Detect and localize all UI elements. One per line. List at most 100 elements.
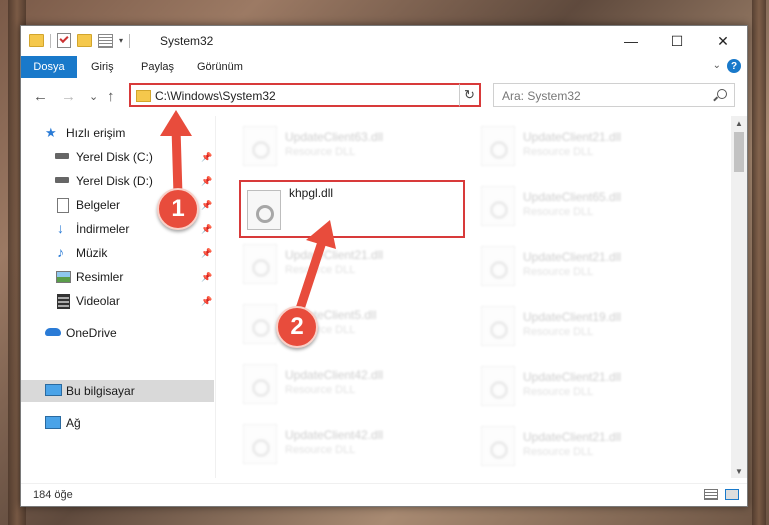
file-type: Resource DLL [285,264,356,276]
dll-file-icon [481,246,515,286]
drive-icon [55,153,69,159]
dll-file-icon [243,424,277,464]
dll-file-icon [481,306,515,346]
step-1-badge: 1 [157,188,199,230]
sidebar-item-label: OneDrive [66,326,117,340]
file-name: UpdateClient63.dll [285,130,384,144]
file-item[interactable]: UpdateClient5.dll Resource DLL [237,300,457,350]
up-button[interactable]: ↑ [107,88,115,105]
separator [129,33,131,48]
maximize-button[interactable]: ☐ [654,26,700,56]
file-item[interactable]: UpdateClient42.dll Resource DLL [237,360,457,410]
tab-view[interactable]: Görünüm [197,56,243,78]
folder-icon [136,90,151,102]
sidebar-item-drive-c[interactable]: Yerel Disk (C:) 📌 [21,146,214,168]
search-icon[interactable] [717,89,727,99]
file-item[interactable]: UpdateClient63.dll Resource DLL [237,122,457,172]
file-item[interactable]: UpdateClient65.dll Resource DLL [475,182,695,232]
document-icon [57,198,69,213]
file-item[interactable]: UpdateClient21.dll Resource DLL [475,362,695,412]
file-type: Resource DLL [523,146,594,158]
sidebar-item-onedrive[interactable]: OneDrive [21,322,214,344]
pin-icon[interactable]: 📌 [201,248,212,259]
scroll-thumb[interactable] [734,132,744,172]
sidebar-item-videos[interactable]: Videolar 📌 [21,290,214,312]
tab-file[interactable]: Dosya [21,56,77,78]
pin-icon[interactable]: 📌 [201,152,212,163]
ribbon-tabs: Dosya Giriş Paylaş Görünüm ⌄ ? [21,56,747,79]
file-name: UpdateClient19.dll [523,310,622,324]
back-button[interactable]: ← [33,88,48,105]
file-name: UpdateClient21.dll [523,250,622,264]
sidebar-item-label: Belgeler [76,198,121,212]
pin-icon[interactable]: 📌 [201,296,212,307]
expand-ribbon-icon[interactable]: ⌄ [713,60,721,71]
address-bar[interactable]: C:\Windows\System32 ⌄ [129,83,479,107]
dll-file-icon [481,186,515,226]
new-folder-icon[interactable] [77,34,92,47]
dll-file-icon [243,304,277,344]
file-name: khpgl.dll [289,186,334,200]
pin-icon[interactable]: 📌 [201,272,212,283]
pin-icon[interactable]: 📌 [201,200,212,211]
file-type: Resource DLL [285,384,356,396]
scroll-down-icon[interactable]: ▼ [731,464,747,478]
download-icon: ↓ [57,220,64,236]
search-input[interactable] [500,88,704,104]
file-item[interactable]: UpdateClient42.dll Resource DLL [237,420,457,470]
title-bar: ▾ System32 — ☐ ✕ [21,26,747,56]
properties-check-icon[interactable] [57,33,71,48]
window-title: System32 [160,34,214,48]
step-2-badge: 2 [276,306,318,348]
forward-button[interactable]: → [61,88,76,105]
details-view-icon[interactable] [704,489,718,500]
file-item[interactable]: UpdateClient19.dll Resource DLL [475,302,695,352]
tab-share[interactable]: Paylaş [141,56,174,78]
quick-access-toolbar: ▾ [29,33,131,48]
file-name: UpdateClient42.dll [285,428,384,442]
customize-toolbar-icon[interactable]: ▾ [119,36,123,45]
large-icons-view-icon[interactable] [725,489,739,500]
properties-icon[interactable] [98,33,113,48]
separator [50,33,51,48]
dll-file-icon [247,190,281,230]
sidebar-item-label: Yerel Disk (D:) [76,174,153,188]
refresh-button[interactable]: ↻ [459,83,481,107]
minimize-button[interactable]: — [608,26,654,56]
cloud-icon [45,328,61,336]
sidebar-item-label: Resimler [76,270,124,284]
sidebar-item-label: Müzik [76,246,108,260]
sidebar-item-quick-access[interactable]: ★ Hızlı erişim [21,122,214,144]
file-item[interactable]: UpdateClient21.dll Resource DLL [475,422,695,472]
pin-icon[interactable]: 📌 [201,176,212,187]
sidebar-item-music[interactable]: ♪ Müzik 📌 [21,242,214,264]
close-button[interactable]: ✕ [700,26,746,56]
scroll-up-icon[interactable]: ▲ [731,116,747,130]
file-name: UpdateClient21.dll [523,430,622,444]
file-item[interactable]: UpdateClient21.dll Resource DLL [475,122,695,172]
sidebar-item-label: Bu bilgisayar [66,384,135,398]
file-explorer-window: ▾ System32 — ☐ ✕ Dosya Giriş Paylaş Görü… [20,25,748,507]
folder-icon [29,34,44,47]
file-item[interactable]: UpdateClient21.dll Resource DLL [237,240,457,290]
sidebar-item-network[interactable]: Ağ [21,412,214,434]
vertical-scrollbar[interactable]: ▲ ▼ [731,116,747,478]
sidebar-item-pictures[interactable]: Resimler 📌 [21,266,214,288]
dll-file-icon [243,364,277,404]
sidebar-item-label: Hızlı erişim [66,126,126,140]
pin-icon[interactable]: 📌 [201,224,212,235]
tab-home[interactable]: Giriş [91,56,114,78]
address-path[interactable]: C:\Windows\System32 [155,89,276,103]
sidebar-item-this-pc[interactable]: Bu bilgisayar [21,380,214,402]
video-icon [57,294,70,309]
dll-file-icon [243,244,277,284]
dll-file-icon [243,126,277,166]
pane-divider[interactable] [215,116,216,478]
search-box[interactable] [493,83,735,107]
drive-icon [55,177,69,183]
file-item-khpgl[interactable]: khpgl.dll [239,180,465,238]
file-item[interactable]: UpdateClient21.dll Resource DLL [475,242,695,292]
computer-icon [45,384,62,396]
recent-locations-button[interactable]: ⌄ [89,90,98,103]
help-icon[interactable]: ? [727,59,741,73]
